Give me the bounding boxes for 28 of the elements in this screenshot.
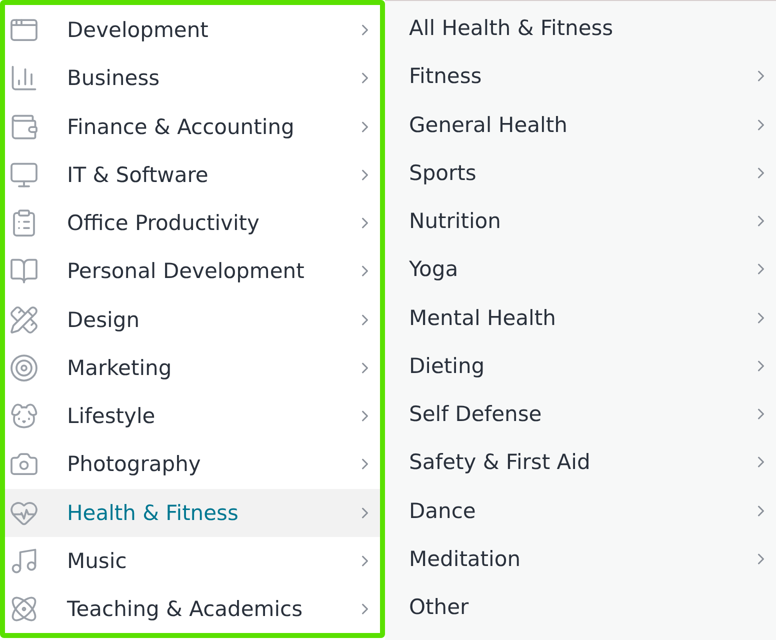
subcategory-item[interactable]: Dieting [385, 342, 776, 390]
category-item[interactable]: Music [5, 536, 380, 585]
category-item[interactable]: Lifestyle [5, 392, 380, 440]
subcategory-item[interactable]: Sports [385, 148, 776, 197]
subcategory-item[interactable]: Other [385, 583, 776, 632]
subcategory-item[interactable]: Mental Health [385, 294, 776, 342]
category-item[interactable]: Photography [5, 440, 380, 488]
subcategory-item[interactable]: Safety & First Aid [385, 438, 776, 486]
subcategory-item[interactable]: Nutrition [385, 197, 776, 246]
subcategory-item[interactable]: General Health [385, 100, 776, 149]
subcategory-item[interactable]: Yoga [385, 245, 776, 294]
category-item[interactable]: Business [5, 54, 380, 102]
category-item[interactable]: IT & Software [5, 150, 380, 199]
subcategory-item[interactable]: All Health & Fitness [385, 4, 776, 52]
subcategory-item[interactable]: Self Defense [385, 390, 776, 438]
category-item[interactable]: Personal Development [5, 247, 380, 296]
target-icon [9, 352, 39, 383]
pencil-ruler-icon [9, 304, 39, 335]
category-item[interactable]: Marketing [5, 344, 380, 392]
category-item[interactable]: Finance & Accounting [5, 102, 380, 151]
category-item[interactable]: Teaching & Academics [5, 585, 380, 634]
category-item[interactable]: Design [5, 296, 380, 344]
subcategory-item[interactable]: Meditation [385, 534, 776, 583]
category-item[interactable]: Health & Fitness [5, 488, 380, 537]
category-item[interactable]: Office Productivity [5, 199, 380, 248]
category-item[interactable]: Development [5, 6, 380, 54]
subcategory-item[interactable]: Dance [385, 486, 776, 535]
subcategory-item[interactable]: Fitness [385, 52, 776, 100]
